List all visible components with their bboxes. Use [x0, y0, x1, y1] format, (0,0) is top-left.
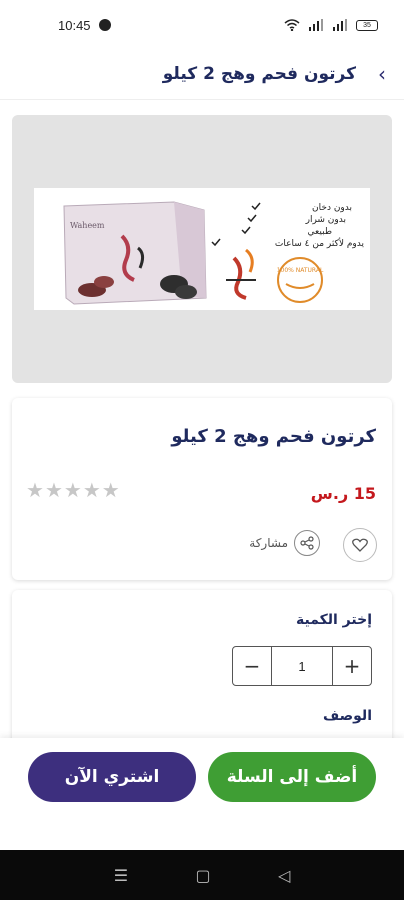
star-icon: ★	[44, 478, 63, 502]
signal-icon-2	[333, 19, 347, 31]
share-button[interactable]	[294, 530, 320, 556]
product-name: كرتون فحم وهج 2 كيلو	[171, 426, 376, 447]
product-image-art: Waheem 100% NATURAL بدون دخان بدون شرار …	[63, 201, 365, 305]
share-label[interactable]: مشاركة	[249, 536, 288, 550]
product-image-container: Waheem 100% NATURAL بدون دخان بدون شرار …	[12, 115, 392, 383]
star-icon: ★	[82, 478, 101, 502]
quantity-label: إختر الكمية	[296, 612, 372, 628]
buy-now-button[interactable]: اشتري الآن	[28, 752, 196, 802]
status-time: 10:45	[58, 17, 91, 33]
back-button[interactable]: ‹	[370, 62, 394, 86]
status-icons: 35	[284, 19, 378, 31]
star-icon: ★	[26, 478, 44, 502]
bottom-action-bar: أضف إلى السلة اشتري الآن	[0, 738, 404, 850]
quantity-stepper: − 1 +	[232, 646, 372, 686]
svg-text:بدون دخان: بدون دخان	[312, 203, 352, 213]
page-title: كرتون فحم وهج 2 كيلو	[162, 64, 356, 84]
product-image[interactable]: Waheem 100% NATURAL بدون دخان بدون شرار …	[34, 188, 370, 310]
wifi-icon	[284, 19, 300, 31]
chevron-left-icon: ‹	[378, 62, 386, 86]
svg-text:طبيعي: طبيعي	[308, 227, 332, 237]
signal-icon	[309, 19, 323, 31]
battery-icon: 35	[356, 19, 378, 31]
recents-icon[interactable]: ☰	[114, 866, 128, 885]
svg-text:100% NATURAL: 100% NATURAL	[277, 267, 324, 274]
svg-text:يدوم لأكثر من ٤ ساعات: يدوم لأكثر من ٤ ساعات	[275, 237, 365, 249]
star-icon: ★	[63, 478, 82, 502]
favorite-button[interactable]	[343, 528, 377, 562]
notification-icon	[98, 19, 111, 31]
back-icon[interactable]: ◁	[278, 866, 290, 885]
top-app-bar: ‹ كرتون فحم وهج 2 كيلو	[0, 52, 404, 100]
status-bar: 10:45 35	[0, 0, 404, 50]
share-icon	[300, 536, 314, 550]
heart-icon	[352, 538, 368, 552]
svg-text:بدون شرار: بدون شرار	[305, 215, 346, 225]
svg-text:Waheem: Waheem	[70, 221, 105, 230]
star-icon: ★	[101, 478, 120, 502]
home-icon[interactable]: ▢	[195, 866, 210, 885]
system-navigation-bar: ☰ ▢ ◁	[0, 850, 404, 900]
product-price: 15 ر.س	[310, 484, 376, 503]
quantity-value[interactable]: 1	[271, 647, 333, 685]
increase-button[interactable]: +	[333, 647, 371, 685]
star-rating: ★ ★ ★ ★ ★	[26, 478, 120, 502]
decrease-button[interactable]: −	[233, 647, 271, 685]
description-label: الوصف	[322, 708, 372, 724]
add-to-cart-button[interactable]: أضف إلى السلة	[208, 752, 376, 802]
product-info-card: كرتون فحم وهج 2 كيلو ★ ★ ★ ★ ★ 15 ر.س مش…	[12, 398, 392, 580]
